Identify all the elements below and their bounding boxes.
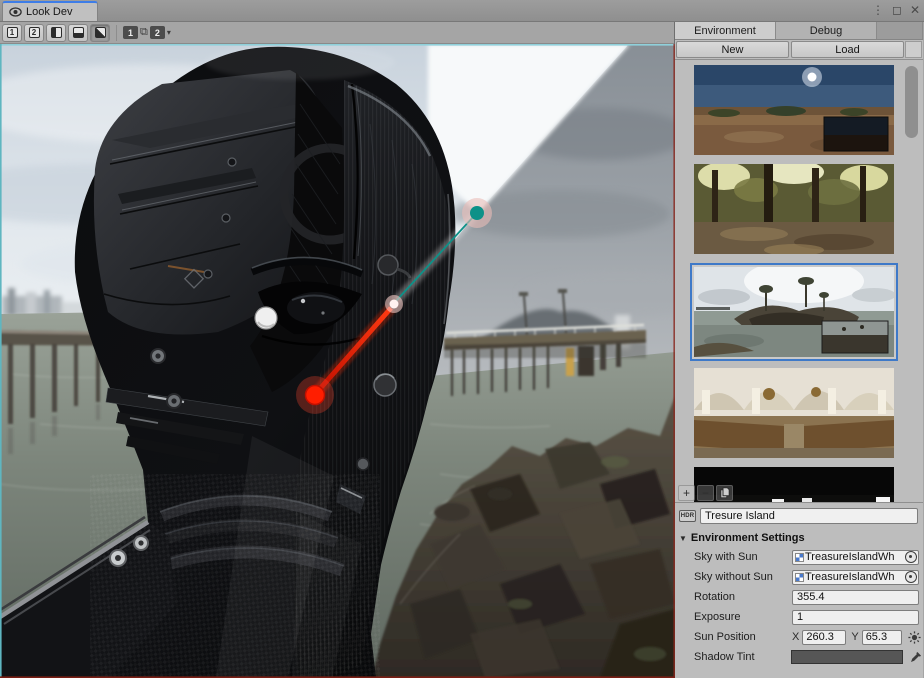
lookdev-viewport[interactable] [0,44,675,678]
environment-settings-header[interactable]: ▼ Environment Settings [675,530,923,547]
split-diagonal-icon [95,27,106,38]
env-scrollbar[interactable] [904,62,919,500]
env-thumb-arid-desert[interactable] [694,65,894,155]
exposure-label: Exposure [694,611,792,623]
env-thumb-inset [824,117,888,151]
settings-header-label: Environment Settings [691,532,805,544]
object-picker-icon[interactable] [905,551,917,563]
environment-list: + − [675,60,923,503]
shadow-tint-row: Shadow Tint [675,647,923,667]
duplicate-icon [720,487,730,499]
rotation-row: Rotation 355.4 [675,587,923,607]
scroll-top-stub [905,41,922,58]
close-icon[interactable]: ✕ [910,3,920,17]
new-button[interactable]: New [676,41,789,58]
eye-icon [9,7,22,17]
camera-1-chip[interactable]: 1 [123,26,138,39]
sun-pick-button[interactable] [907,629,923,645]
env-scrollbar-thumb[interactable] [905,66,918,138]
split-horizontal-icon [73,27,84,38]
sun-gizmo-red-handle[interactable] [306,386,325,405]
load-button[interactable]: Load [791,41,904,58]
env-thumb-forest[interactable] [694,164,894,254]
sun-icon [908,631,921,644]
hdr-badge: HDR [679,510,696,522]
split-vertical-icon [51,27,62,38]
layout-single-2-button[interactable]: 2 [24,24,44,42]
env-actions: New Load [675,40,923,60]
layout-split-diagonal-button[interactable] [90,24,110,42]
camera-2-chip[interactable]: 2 [150,26,165,39]
sun-position-row: Sun Position X 260.3 Y 65.3 [675,627,923,647]
layout-2-icon: 2 [29,27,40,38]
env-thumb-selected-border [690,263,898,361]
title-bar: Look Dev ⋮ ◻ ✕ [0,0,924,22]
hdr-name-field[interactable]: Tresure Island [700,508,918,524]
texture-icon [795,573,804,582]
duplicate-environment-button[interactable] [716,485,733,501]
layout-split-horizontal-button[interactable] [68,24,88,42]
sun-y-field[interactable]: 65.3 [862,630,902,645]
sky-with-sun-row: Sky with Sun TreasureIslandWh [675,547,923,567]
window-menu-icon[interactable]: ⋮ [872,3,884,17]
env-thumb-church[interactable] [694,368,894,458]
shadow-tint-swatch[interactable] [791,650,903,664]
temple-disc [378,255,398,275]
eyedropper-icon [910,651,922,663]
environment-panel: Environment Debug New Load [675,22,923,678]
lookdev-window: Look Dev ⋮ ◻ ✕ 1 2 1 ⧉ 2 ▾ [0,0,924,678]
rotation-field[interactable]: 355.4 [792,590,919,605]
window-title: Look Dev [26,6,72,18]
exposure-row: Exposure 1 [675,607,923,627]
exposure-field[interactable]: 1 [792,610,919,625]
x-axis-label: X [792,631,799,643]
sky-without-sun-label: Sky without Sun [694,571,792,583]
rotation-label: Rotation [694,591,792,603]
env-list-toolbar: + − [675,483,923,503]
y-axis-label: Y [851,631,858,643]
maximize-icon[interactable]: ◻ [892,3,902,17]
sun-gizmo-mid-handle[interactable] [390,300,399,309]
layout-1-icon: 1 [7,27,18,38]
link-cameras-icon[interactable]: ⧉ [140,26,148,39]
shadow-tint-label: Shadow Tint [694,651,791,663]
sun-position-label: Sun Position [694,631,792,643]
toolbar-separator [116,25,117,41]
sky-without-sun-field[interactable]: TreasureIslandWh [792,570,919,585]
foldout-triangle-icon: ▼ [679,534,687,543]
texture-icon [795,553,804,562]
viewport-scene [0,44,675,678]
env-thumb-treasure-island[interactable] [694,267,894,357]
object-picker-icon[interactable] [905,571,917,583]
sun-x-field[interactable]: 260.3 [802,630,846,645]
add-environment-button[interactable]: + [678,485,695,501]
panel-tabs: Environment Debug [675,22,923,40]
tab-look-dev[interactable]: Look Dev [2,1,98,21]
sun-gizmo-teal-handle[interactable] [470,206,484,220]
eyedropper-button[interactable] [909,650,923,664]
hdr-name-row: HDR Tresure Island [675,503,923,528]
layout-single-1-button[interactable]: 1 [2,24,22,42]
env-thumb-inset [822,321,888,353]
environment-settings: ▼ Environment Settings Sky with Sun Trea… [675,528,923,678]
tab-spacer [877,22,923,39]
remove-environment-button[interactable]: − [697,485,714,501]
tab-debug[interactable]: Debug [776,22,877,39]
lookdev-toolbar: 1 2 1 ⧉ 2 ▾ [0,22,674,44]
tab-environment[interactable]: Environment [675,22,776,39]
sky-with-sun-label: Sky with Sun [694,551,792,563]
sky-with-sun-field[interactable]: TreasureIslandWh [792,550,919,565]
sky-without-sun-row: Sky without Sun TreasureIslandWh [675,567,923,587]
chevron-down-icon[interactable]: ▾ [167,28,171,37]
layout-split-vertical-button[interactable] [46,24,66,42]
